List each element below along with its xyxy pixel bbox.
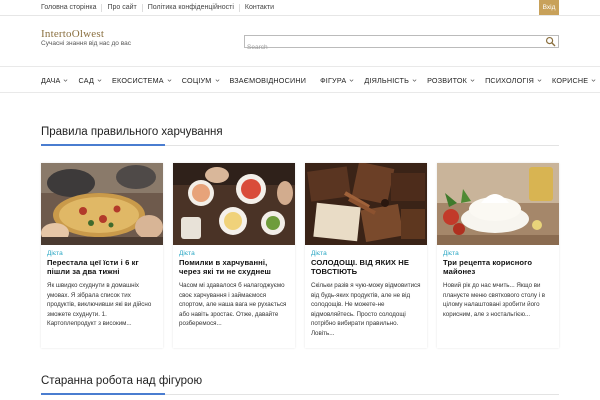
chevron-down-icon (167, 79, 172, 82)
nav-item-label: САД (78, 76, 95, 85)
nav-item-label: ВЗАЄМОВІДНОСИНИ (229, 76, 307, 85)
nav-item-label: ПСИХОЛОГІЯ (485, 76, 535, 85)
article-title[interactable]: Три рецепта корисного майонез (437, 257, 559, 276)
section-divider-accent (41, 144, 165, 146)
article-cards: Дієта Перестала цеї їсти і 6 кг пішли за… (41, 163, 559, 348)
nav-item-label: КОРИСНЕ (552, 76, 589, 85)
search-icon[interactable] (545, 36, 556, 47)
article-image-pizza[interactable] (41, 163, 163, 245)
article-image-chocolate[interactable] (305, 163, 427, 245)
article-title[interactable]: Перестала цеї їсти і 6 кг пішли за два т… (41, 257, 163, 276)
article-card[interactable]: Дієта Три рецепта корисного майонез Нови… (437, 163, 559, 348)
login-button[interactable]: Вхід (539, 0, 559, 15)
section-divider (41, 393, 559, 395)
chevron-down-icon (470, 79, 475, 82)
article-card[interactable]: Дієта Помилки в харчуванні, через які ти… (173, 163, 295, 348)
section-divider-accent (41, 393, 165, 395)
top-nav-privacy-link[interactable]: Політика конфіденційності (143, 4, 240, 12)
article-image-meal[interactable] (173, 163, 295, 245)
chevron-down-icon (537, 79, 542, 82)
article-card[interactable]: Дієта СОЛОДОЩІ. ВІД ЯКИХ НЕ ТОВСТІЮТЬ Ск… (305, 163, 427, 348)
chevron-down-icon (591, 79, 596, 82)
article-excerpt: Новий рік до нас мчить... Якщо ви планує… (443, 282, 546, 318)
section-title-figure: Старанна робота над фігурою (41, 375, 203, 387)
chevron-down-icon (97, 79, 102, 82)
nav-item-label: РОЗВИТОК (427, 76, 468, 85)
section-divider (41, 144, 559, 146)
article-category[interactable]: Дієта (173, 245, 295, 257)
nav-item-useful[interactable]: КОРИСНЕ (552, 76, 596, 85)
article-card[interactable]: Дієта Перестала цеї їсти і 6 кг пішли за… (41, 163, 163, 348)
article-title[interactable]: Помилки в харчуванні, через які ти не сх… (173, 257, 295, 276)
search-box (244, 35, 559, 53)
site-logo[interactable]: IntertoOlwest (41, 28, 104, 40)
article-category[interactable]: Дієта (305, 245, 427, 257)
nav-item-label: СОЦІУМ (181, 76, 212, 85)
nav-item-label: ФІГУРА (320, 76, 347, 85)
top-nav-about-link[interactable]: Про сайт (102, 4, 143, 12)
article-title[interactable]: СОЛОДОЩІ. ВІД ЯКИХ НЕ ТОВСТІЮТЬ (305, 257, 427, 276)
top-navigation: Головна сторінка Про сайт Політика конфі… (36, 0, 279, 16)
article-excerpt: Скільки разів я чую-можу відмовитися від… (311, 282, 421, 337)
section-title-nutrition: Правила правильного харчування (41, 126, 223, 138)
nav-item-relationships[interactable]: ВЗАЄМОВІДНОСИНИ (230, 76, 307, 85)
top-bar: Головна сторінка Про сайт Політика конфі… (0, 0, 600, 16)
top-nav-home-link[interactable]: Головна сторінка (36, 4, 103, 12)
nav-item-sad[interactable]: САД (78, 76, 102, 85)
chevron-down-icon (412, 79, 417, 82)
nav-item-development[interactable]: РОЗВИТОК (427, 76, 475, 85)
top-nav-contacts-link[interactable]: Контакти (240, 4, 279, 12)
site-tagline: Сучасні знання від нас до вас (41, 40, 131, 47)
nav-item-psychology[interactable]: ПСИХОЛОГІЯ (485, 76, 542, 85)
nav-item-ecosystem[interactable]: ЕКОСИСТЕМА (112, 76, 172, 85)
article-category[interactable]: Дієта (41, 245, 163, 257)
article-category[interactable]: Дієта (437, 245, 559, 257)
chevron-down-icon (215, 79, 219, 82)
article-excerpt: Як швидко схуднути в домашніх умовах. Я … (47, 282, 152, 327)
chevron-down-icon (64, 79, 68, 82)
nav-item-label: ДІЯЛЬНІСТЬ (364, 76, 410, 85)
nav-item-label: ЕКОСИСТЕМА (112, 76, 164, 85)
nav-item-society[interactable]: СОЦІУМ (182, 76, 220, 85)
nav-item-figure[interactable]: ФІГУРА (320, 76, 354, 85)
nav-item-activity[interactable]: ДІЯЛЬНІСТЬ (364, 76, 417, 85)
nav-item-label: ДАЧА (41, 76, 61, 85)
article-image-mayonnaise[interactable] (437, 163, 559, 245)
nav-item-dacha[interactable]: ДАЧА (41, 76, 68, 85)
main-navigation: ДАЧА САД ЕКОСИСТЕМА СОЦІУМ ВЗАЄМОВІДНОСИ… (0, 66, 600, 93)
article-excerpt: Часом мі здавалося б налагоджуємо своє х… (179, 282, 287, 327)
search-input[interactable] (245, 42, 535, 53)
chevron-down-icon (349, 79, 354, 82)
